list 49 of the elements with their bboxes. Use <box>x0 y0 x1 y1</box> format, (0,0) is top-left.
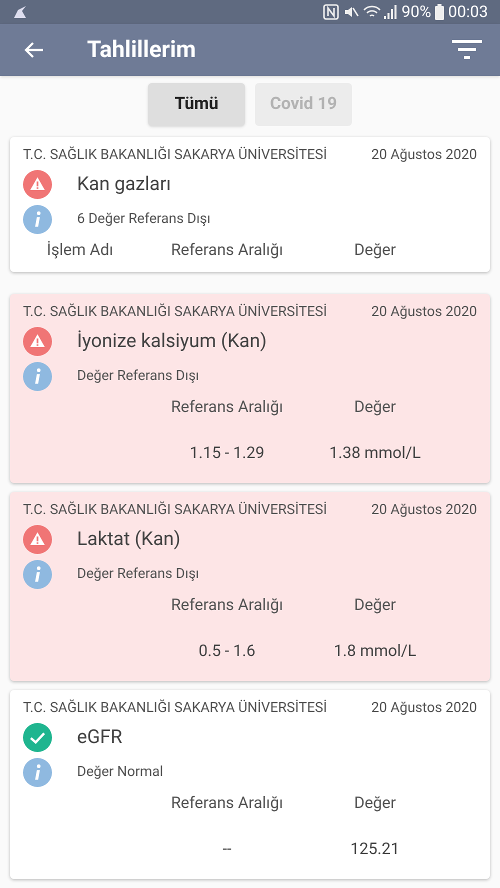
column-header: Referans Aralığı <box>170 396 284 418</box>
info-icon <box>23 758 52 787</box>
column-header: Değer <box>354 396 396 418</box>
info-icon <box>23 205 52 234</box>
result-date: 20 Ağustos 2020 <box>371 303 477 322</box>
status-note: Değer Normal <box>77 763 164 782</box>
result-card[interactable]: T.C. SAĞLIK BAKANLIĞI SAKARYA ÜNİVERSİTESİ 20 Ağustos 2020 Laktat (Kan) Değer Referans Dışı Referans Aralığı Değer 0.5 - 1.6 1.8 mmol/L <box>10 492 490 681</box>
result-value: 125.21 <box>350 838 400 860</box>
column-header: Değer <box>354 239 396 261</box>
cleaner-icon <box>12 5 28 19</box>
result-card[interactable]: T.C. SAĞLIK BAKANLIĞI SAKARYA ÜNİVERSİTESİ 20 Ağustos 2020 eGFR Değer Normal Referans Aralığı Değer -- 125.21 <box>10 690 490 879</box>
reference-range: 1.15 - 1.29 <box>190 442 264 464</box>
result-date: 20 Ağustos 2020 <box>371 146 477 165</box>
test-name: eGFR <box>77 724 122 750</box>
filter-icon[interactable] <box>452 39 482 61</box>
institution-name: T.C. SAĞLIK BAKANLIĞI SAKARYA ÜNİVERSİTESİ <box>23 698 328 718</box>
filter-tab[interactable]: Tümü <box>148 83 245 126</box>
result-card[interactable]: T.C. SAĞLIK BAKANLIĞI SAKARYA ÜNİVERSİTESİ 20 Ağustos 2020 Kan gazları 6 Değer Referans Dışı İşlem Adı Referans Aralığı Değer <box>10 137 490 272</box>
column-header: Referans Aralığı <box>170 594 284 616</box>
column-header: İşlem Adı <box>46 239 114 261</box>
status-note: Değer Referans Dışı <box>77 565 200 584</box>
result-date: 20 Ağustos 2020 <box>371 501 477 520</box>
result-value: 1.8 mmol/L <box>334 640 416 662</box>
status-note: 6 Değer Referans Dışı <box>77 210 210 229</box>
signal-icon <box>383 4 398 20</box>
institution-name: T.C. SAĞLIK BAKANLIĞI SAKARYA ÜNİVERSİTESİ <box>23 302 328 322</box>
mute-icon <box>343 4 360 20</box>
nfc-icon <box>323 4 340 20</box>
institution-name: T.C. SAĞLIK BAKANLIĞI SAKARYA ÜNİVERSİTESİ <box>23 146 328 165</box>
column-header: Referans Aralığı <box>170 792 284 814</box>
reference-range: -- <box>222 838 232 860</box>
battery-icon <box>435 4 444 20</box>
test-name: Laktat (Kan) <box>77 526 181 552</box>
result-date: 20 Ağustos 2020 <box>371 699 477 718</box>
column-header: Referans Aralığı <box>170 239 284 261</box>
institution-name: T.C. SAĞLIK BAKANLIĞI SAKARYA ÜNİVERSİTESİ <box>23 500 328 520</box>
test-name: Kan gazları <box>77 171 171 198</box>
column-header: Değer <box>354 594 396 616</box>
column-header: Değer <box>354 792 396 814</box>
info-icon <box>23 362 52 391</box>
clock: 00:03 <box>448 1 488 23</box>
page-title: Tahlillerim <box>87 34 196 65</box>
status-note: Değer Referans Dışı <box>77 367 200 386</box>
result-card[interactable]: T.C. SAĞLIK BAKANLIĞI SAKARYA ÜNİVERSİTESİ 20 Ağustos 2020 İyonize kalsiyum (Kan) Değer Referans Dışı Referans Aralığı Değer 1.15 - 1.29 1.38 mmol/L <box>10 294 490 483</box>
result-value: 1.38 mmol/L <box>329 442 421 464</box>
test-name: İyonize kalsiyum (Kan) <box>77 328 267 354</box>
reference-range: 0.5 - 1.6 <box>198 640 256 662</box>
info-icon <box>23 560 52 589</box>
battery-percent: 90% <box>401 1 432 23</box>
